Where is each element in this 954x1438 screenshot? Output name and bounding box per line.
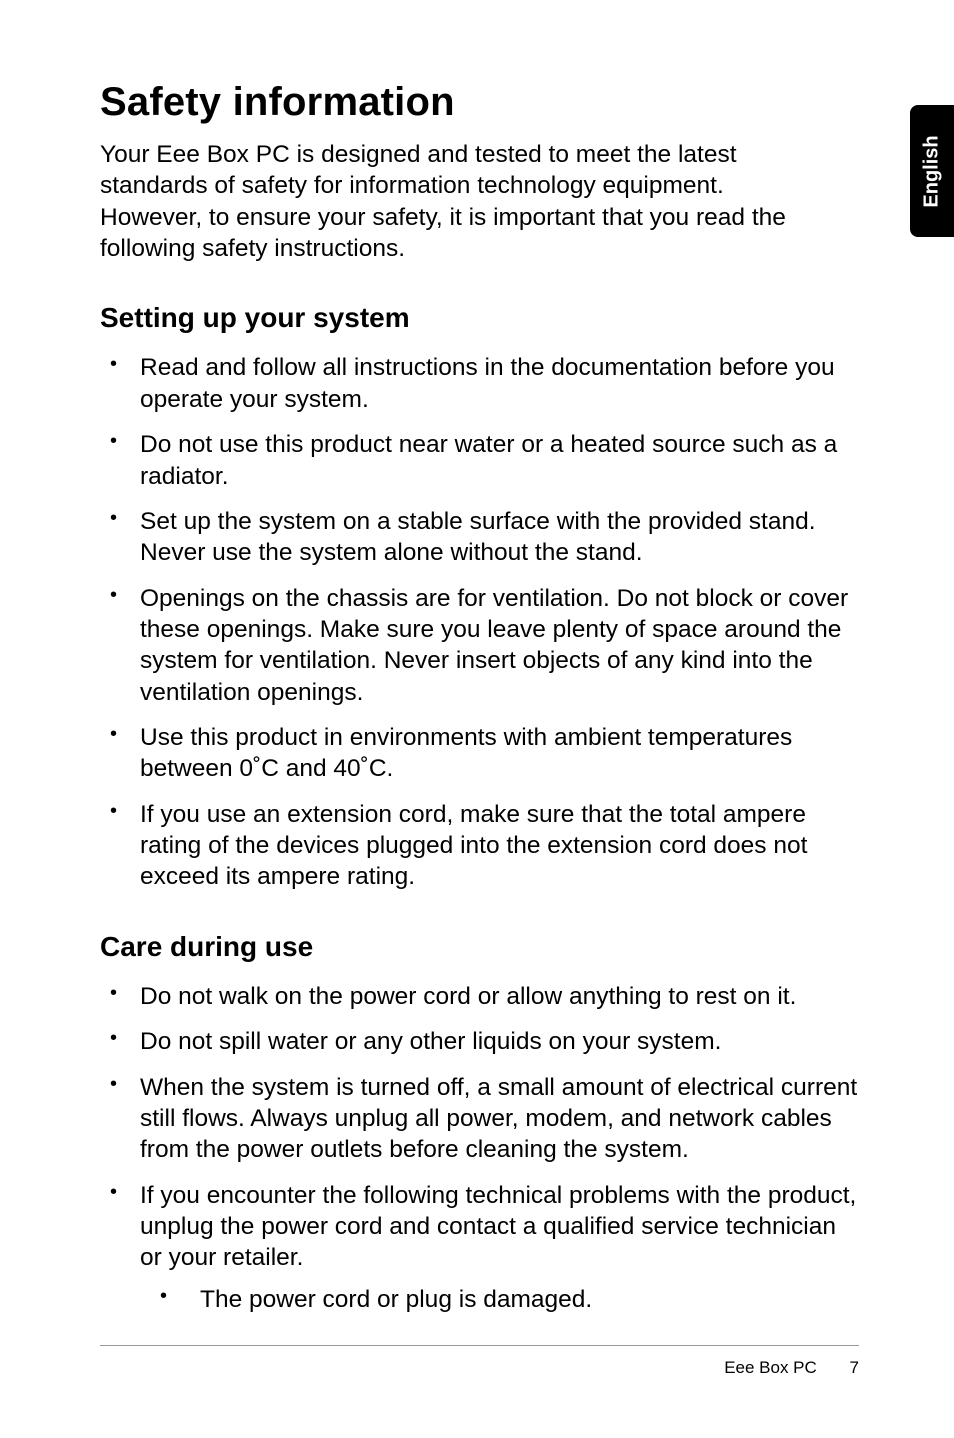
care-list: Do not walk on the power cord or allow a… xyxy=(100,981,859,1315)
list-item: When the system is turned off, a small a… xyxy=(100,1072,859,1166)
list-item: If you encounter the following technical… xyxy=(100,1180,859,1315)
list-item: Openings on the chassis are for ventilat… xyxy=(100,583,859,708)
sub-list-item: The power cord or plug is damaged. xyxy=(140,1284,859,1315)
footer-page-number: 7 xyxy=(850,1358,859,1377)
page-footer: Eee Box PC 7 xyxy=(100,1345,859,1378)
list-item: If you use an extension cord, make sure … xyxy=(100,799,859,893)
section-heading-care: Care during use xyxy=(100,931,859,963)
footer-label: Eee Box PC xyxy=(724,1358,817,1377)
setup-list: Read and follow all instructions in the … xyxy=(100,352,859,892)
language-tab-label: English xyxy=(921,135,944,207)
list-item-text: If you encounter the following technical… xyxy=(140,1182,856,1272)
list-item: Read and follow all instructions in the … xyxy=(100,352,859,415)
section-heading-setup: Setting up your system xyxy=(100,302,859,334)
list-item: Use this product in environments with am… xyxy=(100,722,859,785)
intro-paragraph: Your Eee Box PC is designed and tested t… xyxy=(100,139,800,264)
list-item: Do not use this product near water or a … xyxy=(100,429,859,492)
language-tab: English xyxy=(910,105,954,237)
page-title: Safety information xyxy=(100,80,859,125)
list-item: Do not walk on the power cord or allow a… xyxy=(100,981,859,1012)
list-item: Set up the system on a stable surface wi… xyxy=(100,506,859,569)
list-item: Do not spill water or any other liquids … xyxy=(100,1026,859,1057)
sub-list: The power cord or plug is damaged. xyxy=(140,1284,859,1315)
